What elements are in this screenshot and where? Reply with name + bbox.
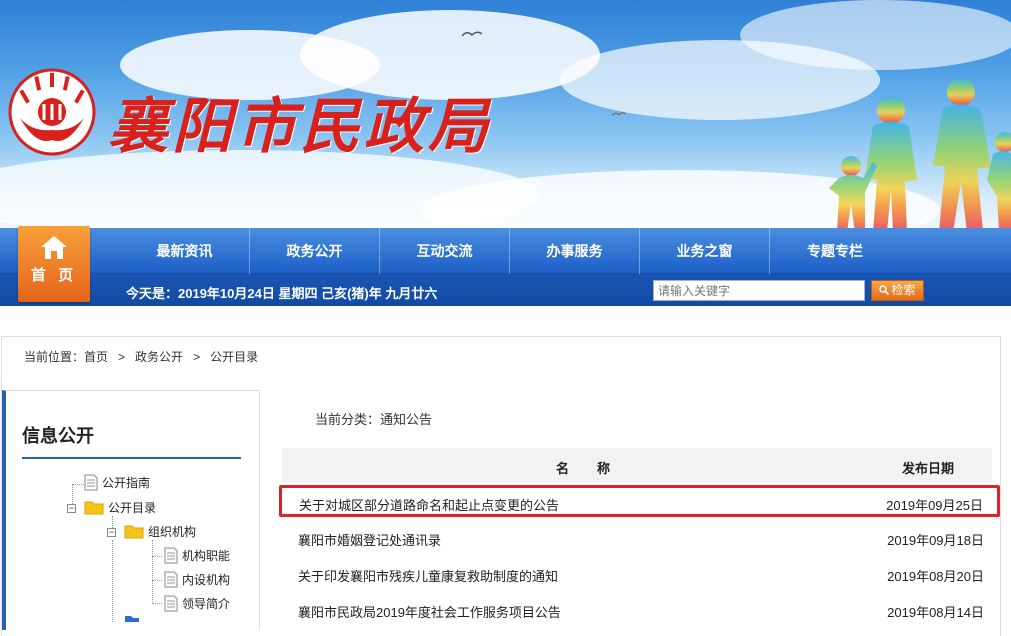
- notice-title[interactable]: 关于印发襄阳市残疾儿童康复救助制度的通知: [298, 566, 558, 585]
- current-category: 当前分类：通知公告: [315, 409, 432, 428]
- date-prefix: 今天是：: [126, 286, 179, 301]
- search-input[interactable]: [653, 280, 865, 301]
- tree-node-functions[interactable]: 机构职能: [164, 547, 230, 564]
- site-title: 襄阳市民政局: [108, 92, 492, 162]
- table-row[interactable]: 襄阳市婚姻登记处通讯录 2019年09月18日: [282, 520, 992, 556]
- bird-icon: [462, 31, 482, 37]
- notice-title[interactable]: 关于对城区部分道路命名和起止点变更的公告: [299, 495, 559, 514]
- tree-node-label: 组织机构: [148, 525, 197, 539]
- folder-icon: [124, 525, 144, 539]
- nav-item-business-window[interactable]: 业务之窗: [640, 228, 770, 274]
- folder-icon: [84, 501, 104, 515]
- document-icon: [164, 547, 178, 564]
- table-header: 名称 发布日期: [282, 448, 992, 482]
- tree-node-leadership[interactable]: 领导简介: [164, 595, 230, 612]
- date-value: 2019年10月24日 星期四 己亥(猪)年 九月廿六: [178, 286, 438, 301]
- civil-affairs-logo: [8, 68, 96, 156]
- nav-item-latest-news[interactable]: 最新资讯: [120, 228, 250, 274]
- column-header-name: 名称: [556, 461, 639, 476]
- column-header-date: 发布日期: [902, 461, 955, 476]
- tree-connector: [112, 540, 113, 622]
- nav-item-services[interactable]: 办事服务: [510, 228, 640, 274]
- home-label: 首 页: [30, 267, 78, 284]
- category-label: 当前分类：: [315, 412, 381, 427]
- family-silhouette-image: [829, 78, 1011, 232]
- bird-icon: [612, 112, 626, 116]
- tree-node-label: 领导简介: [182, 597, 231, 611]
- tree-connector: [152, 540, 153, 602]
- tree-node-label: 公开目录: [108, 501, 157, 515]
- collapse-toggle[interactable]: −: [107, 528, 116, 537]
- collapse-toggle[interactable]: −: [67, 504, 76, 513]
- breadcrumb-separator: >: [193, 350, 201, 364]
- search-icon: [879, 285, 890, 295]
- tree-connector: [152, 580, 162, 581]
- notice-date: 2019年08月14日: [887, 605, 984, 620]
- search-button-label: 检索: [891, 283, 916, 297]
- home-button[interactable]: 首 页: [18, 226, 90, 302]
- sidebar-title: 信息公开: [22, 426, 94, 446]
- notice-date: 2019年09月18日: [887, 533, 984, 548]
- home-icon: [41, 236, 67, 259]
- site-banner: 襄阳市民政局: [0, 0, 1011, 232]
- notice-title[interactable]: 襄阳市民政局2019年度社会工作服务项目公告: [298, 602, 561, 621]
- breadcrumb-gov-affairs[interactable]: 政务公开: [135, 350, 183, 364]
- tree-node-organization[interactable]: 组织机构: [124, 523, 196, 540]
- breadcrumb-separator: >: [118, 350, 126, 364]
- tree-node-catalog[interactable]: 公开目录: [84, 499, 156, 516]
- search-button[interactable]: 检索: [871, 280, 924, 301]
- document-icon: [164, 595, 178, 612]
- table-row[interactable]: 襄阳市民政局2019年度社会工作服务项目公告 2019年08月14日: [282, 592, 992, 628]
- category-value: 通知公告: [380, 412, 433, 427]
- tree-connector: [152, 556, 162, 557]
- nav-item-interaction[interactable]: 互动交流: [380, 228, 510, 274]
- nav-menu: 最新资讯 政务公开 互动交流 办事服务 业务之窗 专题专栏: [120, 228, 900, 274]
- tree-node-label: 公开指南: [102, 476, 151, 490]
- tree-connector: [152, 603, 162, 604]
- breadcrumb: 当前位置：首页 > 政务公开 > 公开目录: [24, 348, 264, 365]
- tree-node-departments[interactable]: 内设机构: [164, 571, 230, 588]
- nav-item-government-affairs[interactable]: 政务公开: [250, 228, 380, 274]
- tree-connector: [72, 484, 84, 485]
- sidebar-title-underline: [22, 457, 241, 459]
- tree-node-label: 内设机构: [182, 573, 231, 587]
- document-icon: [164, 571, 178, 588]
- tree-node-guide[interactable]: 公开指南: [84, 474, 150, 491]
- folder-icon: [125, 616, 139, 622]
- document-icon: [84, 474, 98, 491]
- table-row[interactable]: 关于对城区部分道路命名和起止点变更的公告 2019年09月25日: [279, 485, 1000, 517]
- nav-item-special-topics[interactable]: 专题专栏: [770, 228, 900, 274]
- notice-title[interactable]: 襄阳市婚姻登记处通讯录: [298, 530, 441, 549]
- notice-date: 2019年09月25日: [886, 498, 983, 513]
- tree-node-label: 机构职能: [182, 549, 231, 563]
- table-row[interactable]: 关于印发襄阳市残疾儿童康复救助制度的通知 2019年08月20日: [282, 556, 992, 592]
- breadcrumb-catalog[interactable]: 公开目录: [210, 350, 258, 364]
- breadcrumb-label: 当前位置：: [24, 350, 85, 364]
- notice-date: 2019年08月20日: [887, 569, 984, 584]
- breadcrumb-home[interactable]: 首页: [84, 350, 108, 364]
- today-date: 今天是：2019年10月24日 星期四 己亥(猪)年 九月廿六: [126, 283, 437, 302]
